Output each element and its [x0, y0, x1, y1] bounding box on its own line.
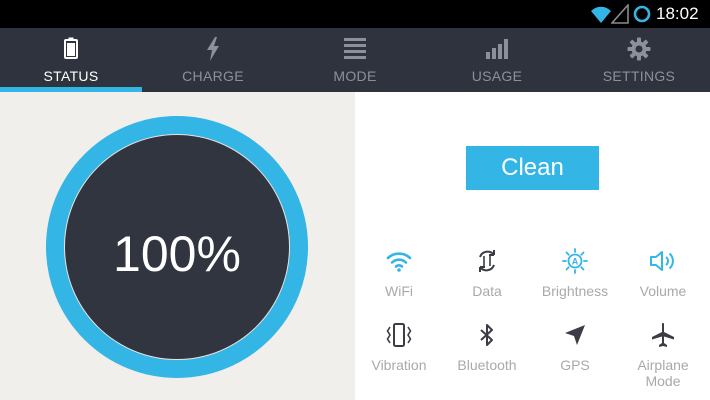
list-icon	[284, 37, 426, 61]
battery-icon	[0, 37, 142, 61]
toggle-label: Brightness	[541, 283, 609, 299]
toggle-data[interactable]: Data	[443, 247, 531, 317]
volume-icon	[619, 247, 707, 275]
toggle-vibration[interactable]: Vibration	[355, 321, 443, 391]
lightning-icon	[142, 37, 284, 61]
airplane-icon	[619, 321, 707, 349]
sync-icon	[633, 5, 651, 23]
signal-icon	[611, 4, 629, 24]
tab-label: USAGE	[471, 68, 523, 84]
toggle-label: Airplane Mode	[637, 357, 689, 389]
toggle-bluetooth[interactable]: Bluetooth	[443, 321, 531, 391]
toggle-volume[interactable]: Volume	[619, 247, 707, 317]
toggle-label: WiFi	[385, 283, 413, 299]
tab-usage[interactable]: USAGE	[426, 28, 568, 92]
tab-mode[interactable]: MODE	[284, 28, 426, 92]
battery-percentage: 100%	[113, 226, 241, 282]
clock: 18:02	[656, 4, 699, 23]
tab-settings[interactable]: SETTINGS	[568, 28, 710, 92]
vibration-icon	[355, 321, 443, 349]
toggle-label: Vibration	[371, 357, 427, 373]
tab-label: MODE	[333, 68, 377, 84]
bar-chart-icon	[426, 37, 568, 61]
tab-label: STATUS	[43, 68, 99, 84]
brightness-icon: A	[531, 247, 619, 275]
data-sync-icon	[443, 247, 531, 275]
wifi-icon	[355, 247, 443, 275]
status-bar: 18:02	[0, 0, 710, 28]
toggle-label: Bluetooth	[457, 357, 517, 373]
tab-status[interactable]: STATUS	[0, 28, 142, 92]
toggle-label: Data	[472, 283, 502, 299]
gear-icon	[568, 37, 710, 61]
tab-bar: STATUS CHARGE MODE USAGE SETTINGS	[0, 28, 710, 92]
tab-label: CHARGE	[182, 68, 244, 84]
wifi-icon	[591, 6, 611, 23]
bluetooth-icon	[443, 321, 531, 349]
svg-text:A: A	[572, 257, 579, 267]
quick-actions-panel: Clean WiFi Data A Brightness Volume Vibr…	[355, 92, 710, 400]
tab-label: SETTINGS	[602, 68, 676, 84]
toggle-label: GPS	[560, 357, 590, 373]
tab-charge[interactable]: CHARGE	[142, 28, 284, 92]
gps-icon	[531, 321, 619, 349]
toggle-gps[interactable]: GPS	[531, 321, 619, 391]
toggle-airplane-mode[interactable]: Airplane Mode	[619, 321, 707, 391]
clean-button[interactable]: Clean	[466, 146, 599, 190]
toggle-brightness[interactable]: A Brightness	[531, 247, 619, 317]
toggle-label: Volume	[639, 283, 687, 299]
toggle-wifi[interactable]: WiFi	[355, 247, 443, 317]
